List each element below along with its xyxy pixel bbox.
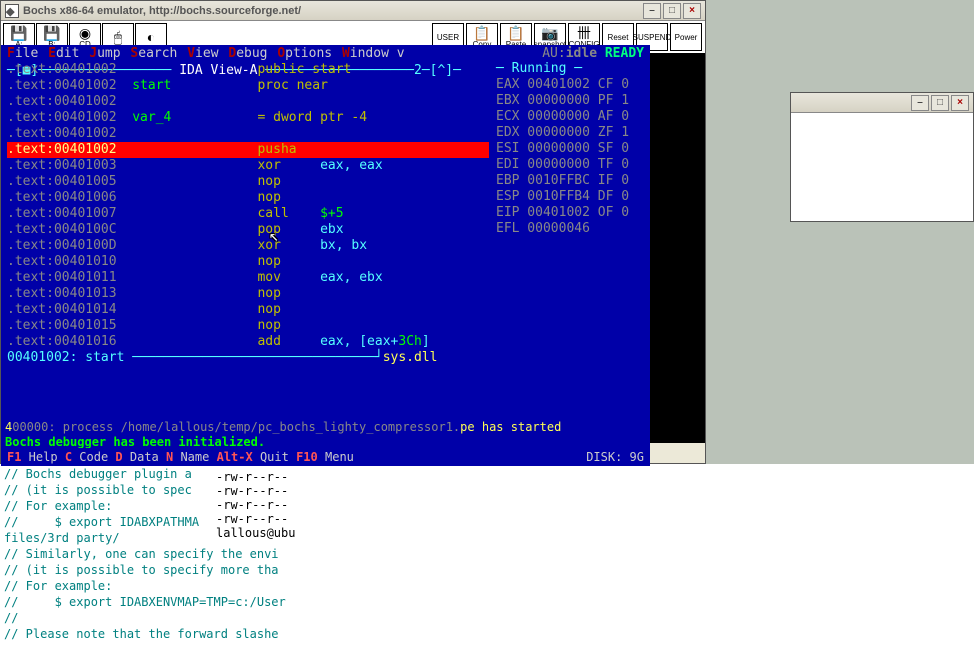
asm-line[interactable]: .text:00401002 start proc near — [7, 78, 489, 94]
background-window-titlebar[interactable]: – □ × — [791, 93, 973, 113]
background-window: – □ × — [790, 92, 974, 222]
asm-line[interactable]: .text:00401010 nop — [7, 254, 489, 270]
asm-line[interactable]: .text:00401002 — [7, 94, 489, 110]
source-comments-pane: // Bochs debugger plugin a // (it is pos… — [0, 464, 974, 665]
asm-line[interactable]: .text:00401015 nop — [7, 318, 489, 334]
asm-line[interactable]: .text:00401005 nop — [7, 174, 489, 190]
bochs-app-icon: ◆ — [5, 4, 19, 18]
ida-log: 400000: process /home/lallous/temp/pc_bo… — [5, 420, 646, 450]
file-listing-fragment: -rw-r--r-- -rw-r--r-- -rw-r--r-- -rw-r--… — [216, 470, 295, 540]
asm-line[interactable]: .text:00401002 — [7, 126, 489, 142]
asm-line[interactable]: .text:00401003 xor eax, eax — [7, 158, 489, 174]
asm-line[interactable]: .text:00401007 call $+5 — [7, 206, 489, 222]
minimize-button[interactable]: – — [911, 95, 929, 111]
asm-line[interactable]: .text:0040100C pop ebx — [7, 222, 489, 238]
ida-tui[interactable]: File Edit Jump Search View Debug Options… — [1, 45, 650, 466]
disassembly-view[interactable]: .text:00401002 public start.text:0040100… — [7, 62, 489, 362]
asm-line[interactable]: .text:00401002 public start — [7, 62, 489, 78]
bochs-title-text: Bochs x86-64 emulator, http://bochs.sour… — [23, 5, 301, 17]
close-button[interactable]: × — [951, 95, 969, 111]
asm-line[interactable]: .text:0040100D xor bx, bx — [7, 238, 489, 254]
maximize-button[interactable]: □ — [931, 95, 949, 111]
maximize-button[interactable]: □ — [663, 3, 681, 19]
ida-hotkey-bar: F1 Help C Code D Data N Name Alt-X Quit … — [1, 448, 650, 466]
power-button[interactable]: Power — [670, 23, 702, 51]
minimize-button[interactable]: – — [643, 3, 661, 19]
bochs-titlebar[interactable]: ◆ Bochs x86-64 emulator, http://bochs.so… — [1, 1, 705, 21]
asm-line[interactable]: .text:00401014 nop — [7, 302, 489, 318]
close-button[interactable]: × — [683, 3, 701, 19]
asm-line[interactable]: .text:00401011 mov eax, ebx — [7, 270, 489, 286]
asm-line[interactable]: .text:00401013 nop — [7, 286, 489, 302]
registers-panel[interactable]: ─ Running ─EAX 00401002 CF 0EBX 00000000… — [496, 61, 646, 237]
asm-line[interactable]: .text:00401002 pusha — [7, 142, 489, 158]
asm-line[interactable]: .text:00401016 add eax, [eax+3Ch] — [7, 334, 489, 350]
asm-line[interactable]: .text:00401006 nop — [7, 190, 489, 206]
terminal-window: lallous@ubuntu: ~/dev/idaadv – □ × FileE… — [0, 0, 651, 465]
asm-line[interactable]: .text:00401002 var_4 = dword ptr -4 — [7, 110, 489, 126]
